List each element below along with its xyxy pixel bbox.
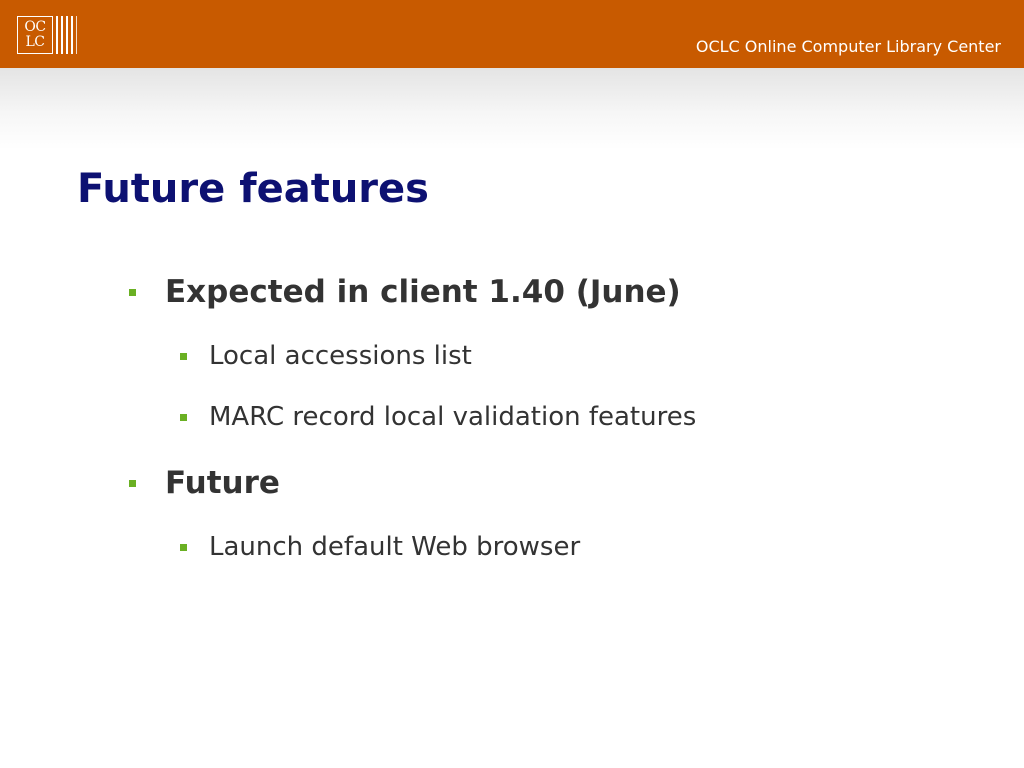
bullet-marker-icon: [180, 414, 187, 421]
bullet-marker-icon: [180, 544, 187, 551]
bullet-item-level1: Expected in client 1.40 (June): [129, 272, 681, 312]
org-name: OCLC Online Computer Library Center: [695, 37, 1001, 56]
header-gradient: [0, 68, 1024, 150]
bullet-text: Launch default Web browser: [209, 532, 581, 562]
logo-bar: [76, 16, 77, 54]
slide-title: Future features: [77, 166, 429, 212]
bullet-text: MARC record local validation features: [209, 402, 697, 432]
bullet-text: Local accessions list: [209, 341, 472, 371]
header-bar: [0, 0, 1024, 68]
bullet-marker-icon: [129, 480, 136, 487]
logo-bar: [61, 16, 63, 54]
logo-bar: [56, 16, 58, 54]
bullet-text: Expected in client 1.40 (June): [165, 274, 681, 310]
logo-text-bottom: LC: [25, 34, 45, 50]
bullet-marker-icon: [129, 289, 136, 296]
bullet-marker-icon: [180, 353, 187, 360]
logo-bar: [66, 16, 68, 54]
bullet-item-level1: Future: [129, 463, 280, 503]
bullet-item-level2: Launch default Web browser: [180, 530, 581, 564]
bullet-item-level2: MARC record local validation features: [180, 400, 697, 434]
oclc-logo-mark: OC LC: [17, 16, 53, 54]
bullet-text: Future: [165, 465, 280, 501]
logo-bar: [71, 16, 73, 54]
oclc-logo: OC LC: [17, 16, 80, 54]
logo-text-top: OC: [24, 19, 46, 35]
bullet-item-level2: Local accessions list: [180, 339, 472, 373]
logo-bars: [56, 16, 80, 54]
